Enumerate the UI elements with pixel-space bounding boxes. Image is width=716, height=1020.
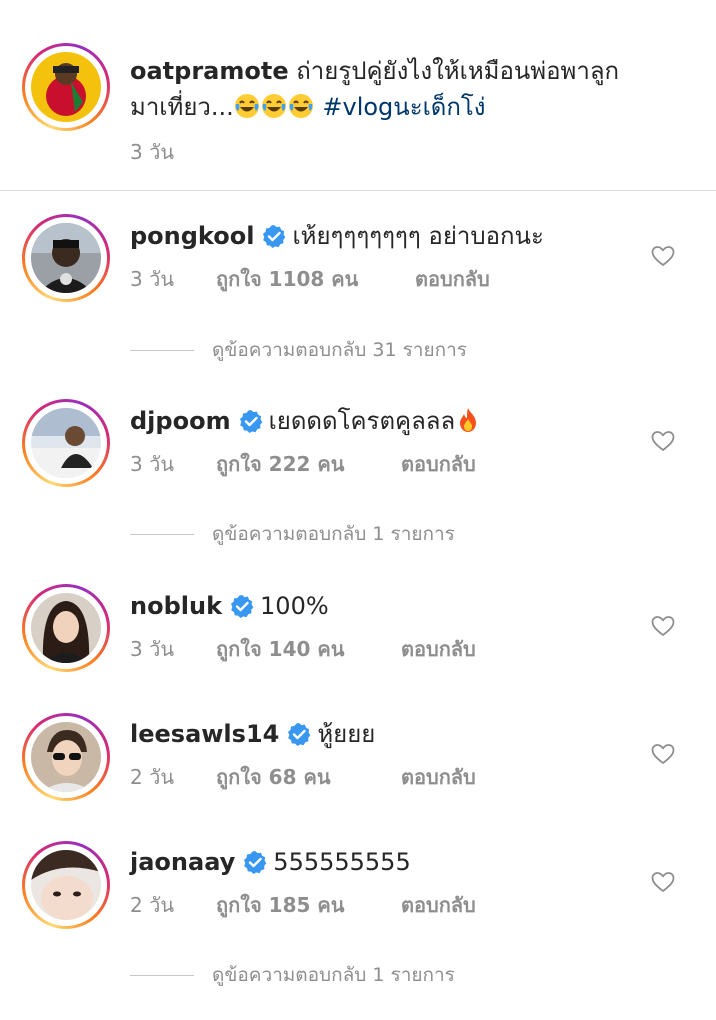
verified-badge-icon bbox=[287, 722, 311, 746]
comment-meta: 2 วัน ถูกใจ 185 คน ตอบกลับ bbox=[130, 891, 476, 919]
comment-text: 555555555 bbox=[273, 848, 411, 876]
view-replies-button[interactable]: ดูข้อความตอบกลับ 1 รายการ bbox=[130, 520, 455, 548]
reply-button[interactable]: ตอบกลับ bbox=[401, 763, 476, 791]
caption-text-continued: มาเที่ยว... bbox=[130, 93, 234, 121]
comment-meta: 2 วัน ถูกใจ 68 คน ตอบกลับ bbox=[130, 763, 476, 791]
like-heart-icon[interactable] bbox=[651, 614, 675, 638]
like-heart-icon[interactable] bbox=[651, 429, 675, 453]
verified-badge-icon bbox=[239, 409, 263, 433]
comment-text: เห้ยๆๆๆๆๆๆๆ อย่าบอกนะ bbox=[292, 222, 544, 250]
comment-body: nobluk 100% bbox=[130, 589, 329, 623]
reply-button[interactable]: ตอบกลับ bbox=[415, 265, 490, 293]
post-caption-line-1: oatpramote ถ่ายรูปคู่ยังไงให้เหมือนพ่อพา… bbox=[130, 54, 619, 88]
comment-timestamp: 3 วัน bbox=[130, 637, 174, 661]
comment-likes[interactable]: ถูกใจ 140 คน bbox=[216, 635, 401, 663]
commenter-username[interactable]: nobluk bbox=[130, 592, 222, 620]
face-with-tears-of-joy-icon bbox=[288, 93, 314, 119]
comment-likes[interactable]: ถูกใจ 1108 คน bbox=[216, 265, 415, 293]
comment-text: เยดดดโครตคูลลล bbox=[268, 407, 456, 435]
commenter-username[interactable]: djpoom bbox=[130, 407, 231, 435]
comment-likes[interactable]: ถูกใจ 68 คน bbox=[216, 763, 401, 791]
replies-line bbox=[130, 350, 194, 351]
view-replies-label: ดูข้อความตอบกลับ 1 รายการ bbox=[212, 523, 455, 545]
commenter-avatar[interactable] bbox=[22, 713, 110, 801]
like-heart-icon[interactable] bbox=[651, 870, 675, 894]
reply-button[interactable]: ตอบกลับ bbox=[401, 891, 476, 919]
post-caption-line-2: มาเที่ยว... #vlogนะเด็กโง่ bbox=[130, 90, 486, 124]
reply-button[interactable]: ตอบกลับ bbox=[401, 635, 476, 663]
comment-text: หู้ยยย bbox=[317, 720, 376, 748]
reply-button[interactable]: ตอบกลับ bbox=[401, 450, 476, 478]
face-with-tears-of-joy-icon bbox=[261, 93, 287, 119]
verified-badge-icon bbox=[243, 850, 267, 874]
comment-meta: 3 วัน ถูกใจ 140 คน ตอบกลับ bbox=[130, 635, 476, 663]
comment-body: djpoom เยดดดโครตคูลลล bbox=[130, 404, 482, 438]
verified-badge-icon bbox=[262, 224, 286, 248]
verified-badge-icon bbox=[230, 594, 254, 618]
comment-body: jaonaay 555555555 bbox=[130, 845, 411, 879]
view-replies-button[interactable]: ดูข้อความตอบกลับ 31 รายการ bbox=[130, 336, 467, 364]
caption-text: ถ่ายรูปคู่ยังไงให้เหมือนพ่อพาลูก bbox=[296, 57, 620, 85]
comment-timestamp: 3 วัน bbox=[130, 267, 174, 291]
like-heart-icon[interactable] bbox=[651, 244, 675, 268]
caption-divider bbox=[0, 190, 716, 191]
view-replies-button[interactable]: ดูข้อความตอบกลับ 1 รายการ bbox=[130, 961, 455, 989]
post-timestamp: 3 วัน bbox=[130, 140, 174, 164]
comment-text: 100% bbox=[260, 592, 329, 620]
comment-timestamp: 2 วัน bbox=[130, 765, 174, 789]
commenter-avatar[interactable] bbox=[22, 399, 110, 487]
comment-likes[interactable]: ถูกใจ 185 คน bbox=[216, 891, 401, 919]
replies-line bbox=[130, 975, 194, 976]
post-author-avatar[interactable] bbox=[22, 43, 110, 131]
comment-timestamp: 3 วัน bbox=[130, 452, 174, 476]
commenter-avatar[interactable] bbox=[22, 584, 110, 672]
commenter-username[interactable]: jaonaay bbox=[130, 848, 235, 876]
commenter-avatar[interactable] bbox=[22, 841, 110, 929]
post-author-username[interactable]: oatpramote bbox=[130, 57, 289, 85]
comment-body: pongkool เห้ยๆๆๆๆๆๆๆ อย่าบอกนะ bbox=[130, 219, 544, 253]
comment-timestamp: 2 วัน bbox=[130, 893, 174, 917]
like-heart-icon[interactable] bbox=[651, 742, 675, 766]
face-with-tears-of-joy-icon bbox=[234, 93, 260, 119]
post-caption: oatpramote ถ่ายรูปคู่ยังไงให้เหมือนพ่อพา… bbox=[0, 0, 716, 190]
comment-meta: 3 วัน ถูกใจ 1108 คน ตอบกลับ bbox=[130, 265, 490, 293]
comment-body: leesawls14 หู้ยยย bbox=[130, 717, 375, 751]
fire-icon bbox=[455, 407, 481, 433]
view-replies-label: ดูข้อความตอบกลับ 1 รายการ bbox=[212, 964, 455, 986]
commenter-avatar[interactable] bbox=[22, 214, 110, 302]
view-replies-label: ดูข้อความตอบกลับ 31 รายการ bbox=[212, 339, 467, 361]
commenter-username[interactable]: pongkool bbox=[130, 222, 254, 250]
commenter-username[interactable]: leesawls14 bbox=[130, 720, 279, 748]
replies-line bbox=[130, 534, 194, 535]
hashtag-link[interactable]: #vlogนะเด็กโง่ bbox=[322, 93, 485, 121]
comment-meta: 3 วัน ถูกใจ 222 คน ตอบกลับ bbox=[130, 450, 476, 478]
comment-likes[interactable]: ถูกใจ 222 คน bbox=[216, 450, 401, 478]
post-meta: 3 วัน bbox=[130, 138, 174, 166]
